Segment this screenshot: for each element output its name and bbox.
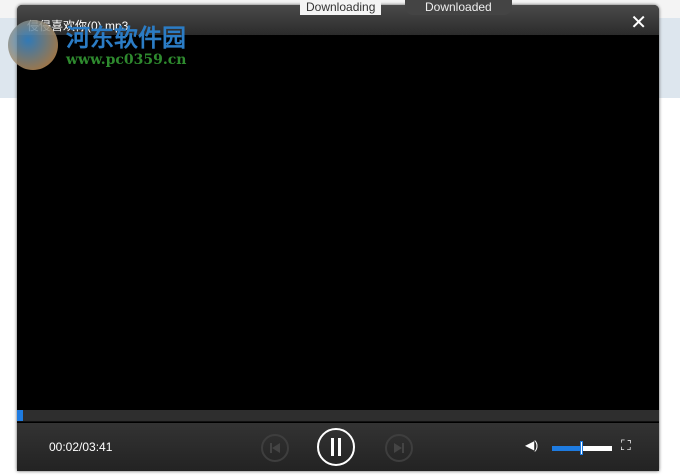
background-tabs: Downloading Downloaded — [0, 0, 680, 16]
skip-next-icon — [394, 443, 404, 453]
tab-downloaded[interactable]: Downloaded — [405, 0, 512, 15]
skip-previous-icon — [270, 443, 280, 453]
next-button[interactable] — [385, 434, 413, 462]
volume-slider[interactable] — [552, 441, 612, 455]
seek-bar[interactable] — [17, 410, 659, 422]
tab-downloading[interactable]: Downloading — [300, 0, 382, 15]
volume-fill — [552, 446, 582, 451]
pause-icon — [331, 438, 341, 456]
previous-button[interactable] — [261, 434, 289, 462]
window-title: 侵侵喜欢你(0).mp3 — [27, 19, 129, 33]
fullscreen-icon[interactable]: ⛶ — [621, 437, 631, 454]
volume-icon[interactable]: ◀) — [525, 438, 538, 452]
seek-bar-fill — [17, 410, 23, 421]
time-display: 00:02/03:41 — [49, 440, 113, 454]
pause-button[interactable] — [317, 428, 355, 466]
control-bar: 00:02/03:41 ◀) ⛶ — [17, 423, 659, 471]
media-player-window: 侵侵喜欢你(0).mp3 ✕ 00:02/03:41 ◀) ⛶ — [17, 5, 659, 471]
video-area[interactable] — [17, 35, 659, 410]
volume-knob[interactable] — [580, 441, 583, 455]
